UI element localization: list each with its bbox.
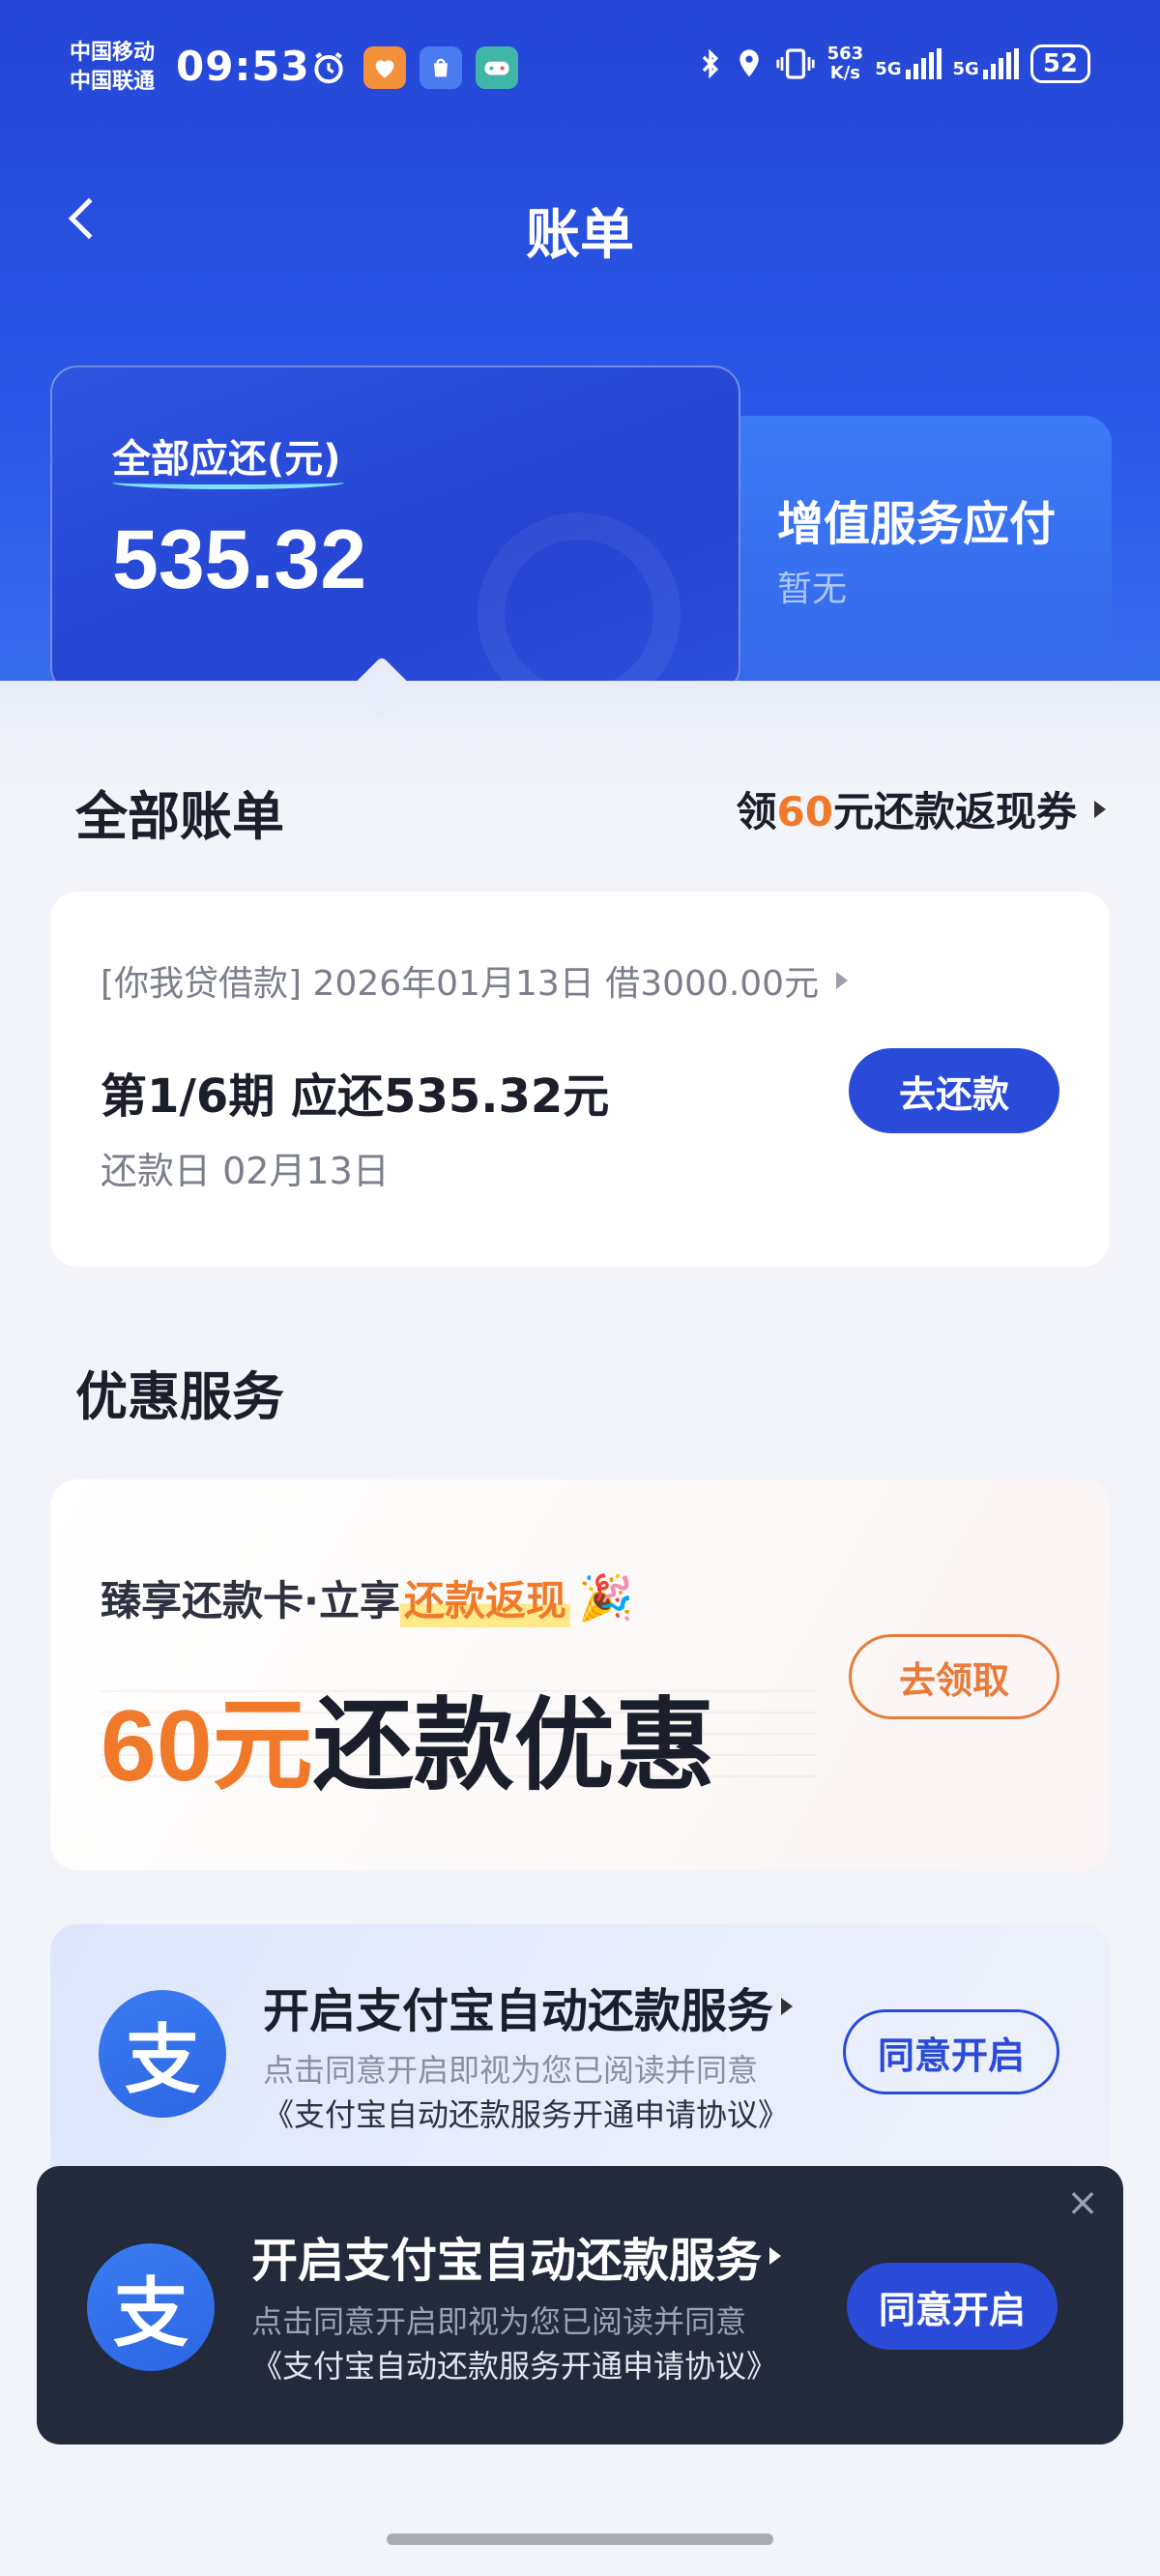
carrier-2: 中国联通	[70, 70, 156, 94]
carrier-1: 中国移动	[70, 41, 156, 65]
popup-agree-enable-button[interactable]: 同意开启	[847, 2263, 1058, 2350]
popup-title[interactable]: 开启支付宝自动还款服务	[251, 2222, 782, 2290]
app-market-icon	[420, 46, 462, 89]
status-bar: 中国移动 中国联通 09:53 563 K/s 5G 5G 52	[0, 0, 1160, 145]
status-time: 09:53	[176, 43, 310, 90]
caret-right-icon	[781, 1998, 794, 2015]
discount-subtitle: 臻享还款卡·立享 还款返现 🎉	[101, 1568, 633, 1627]
discount-section-title: 优惠服务	[75, 1366, 284, 1427]
vibrate-icon	[776, 48, 815, 79]
bluetooth-icon	[702, 48, 718, 79]
bill-period: 第1/6期 应还535.32元	[101, 1069, 610, 1124]
total-due-card[interactable]: 全部应还(元) 535.32	[50, 366, 740, 694]
discount-amount: 60元	[101, 1690, 313, 1802]
game-center-icon	[476, 46, 518, 89]
popup-agreement-link[interactable]: 《支付宝自动还款服务开通申请协议》	[251, 2344, 777, 2388]
cashback-coupon-link[interactable]: 领60元还款返现券	[737, 779, 1106, 838]
bill-due-date: 还款日 02月13日	[101, 1150, 390, 1192]
alipay-autopay-popup: × 支 开启支付宝自动还款服务 点击同意开启即视为您已阅读并同意 《支付宝自动还…	[37, 2166, 1123, 2444]
party-popper-icon: 🎉	[577, 1571, 634, 1624]
close-icon[interactable]: ×	[1061, 2181, 1104, 2225]
promo-prefix: 领	[736, 788, 777, 835]
signal-2-label: 5G	[952, 59, 979, 79]
alipay-card-title-text: 开启支付宝自动还款服务	[263, 1984, 774, 2038]
signal-1-bars-icon	[905, 48, 942, 79]
bills-section-title: 全部账单	[75, 786, 284, 847]
alipay-logo-icon: 支	[87, 2243, 215, 2371]
system-icons: 563 K/s 5G 5G 52	[698, 44, 1090, 83]
alipay-logo-icon: 支	[99, 1990, 226, 2118]
vas-title: 增值服务应付	[777, 497, 1057, 551]
decorative-ring	[478, 512, 681, 692]
discount-headline: 60元还款优惠	[101, 1663, 715, 1809]
network-speed: 563 K/s	[827, 44, 864, 83]
signal-2: 5G	[953, 48, 1019, 79]
value-added-service-card[interactable]: 增值服务应付 暂无	[735, 416, 1112, 696]
health-app-icon	[363, 46, 406, 89]
discount-subtitle-prefix: 臻享还款卡·立享	[101, 1577, 400, 1625]
promo-amount: 60	[776, 788, 833, 835]
alarm-icon	[307, 46, 350, 89]
alipay-agreement-link[interactable]: 《支付宝自动还款服务开通申请协议》	[263, 2093, 789, 2137]
notification-icons	[307, 46, 518, 89]
alipay-card-desc-line1: 点击同意开启即视为您已阅读并同意	[263, 2052, 759, 2089]
location-icon	[739, 49, 759, 77]
home-indicator[interactable]	[387, 2533, 773, 2545]
caret-right-icon	[836, 972, 849, 989]
popup-desc-line1: 点击同意开启即视为您已阅读并同意	[251, 2303, 747, 2340]
battery-indicator: 52	[1030, 44, 1090, 83]
label-underline	[112, 476, 344, 489]
agree-enable-button[interactable]: 同意开启	[843, 2009, 1059, 2094]
repayment-discount-card[interactable]: 臻享还款卡·立享 还款返现 🎉 60元还款优惠 去领取	[50, 1479, 1110, 1870]
net-speed-value: 563	[826, 44, 864, 64]
page-title: 账单	[526, 204, 634, 267]
signal-1: 5G	[875, 48, 942, 79]
alipay-card-title[interactable]: 开启支付宝自动还款服务	[263, 1973, 794, 2040]
discount-subtitle-highlight: 还款返现	[399, 1568, 570, 1627]
promo-suffix: 元还款返现券	[832, 788, 1077, 835]
signal-1-label: 5G	[875, 59, 902, 79]
vas-value: 暂无	[777, 570, 848, 609]
carrier-info: 中国移动 中国联通	[70, 39, 155, 97]
popup-title-text: 开启支付宝自动还款服务	[251, 2234, 763, 2288]
popup-desc: 点击同意开启即视为您已阅读并同意 《支付宝自动还款服务开通申请协议》	[251, 2299, 777, 2388]
bill-meta[interactable]: [你我贷借款] 2026年01月13日 借3000.00元	[101, 955, 849, 1006]
caret-right-icon	[769, 2247, 782, 2265]
total-due-amount: 535.32	[112, 513, 367, 606]
signal-2-bars-icon	[982, 48, 1019, 79]
repay-button[interactable]: 去还款	[849, 1048, 1059, 1133]
caret-right-icon	[1094, 800, 1106, 818]
net-speed-unit: K/s	[829, 63, 861, 83]
bill-card[interactable]: [你我贷借款] 2026年01月13日 借3000.00元 第1/6期 应还53…	[50, 892, 1110, 1267]
claim-button[interactable]: 去领取	[849, 1634, 1059, 1719]
discount-headline-text: 还款优惠	[312, 1690, 715, 1802]
bill-meta-text: [你我贷借款] 2026年01月13日 借3000.00元	[101, 964, 820, 1004]
alipay-card-desc: 点击同意开启即视为您已阅读并同意 《支付宝自动还款服务开通申请协议》	[263, 2048, 789, 2137]
